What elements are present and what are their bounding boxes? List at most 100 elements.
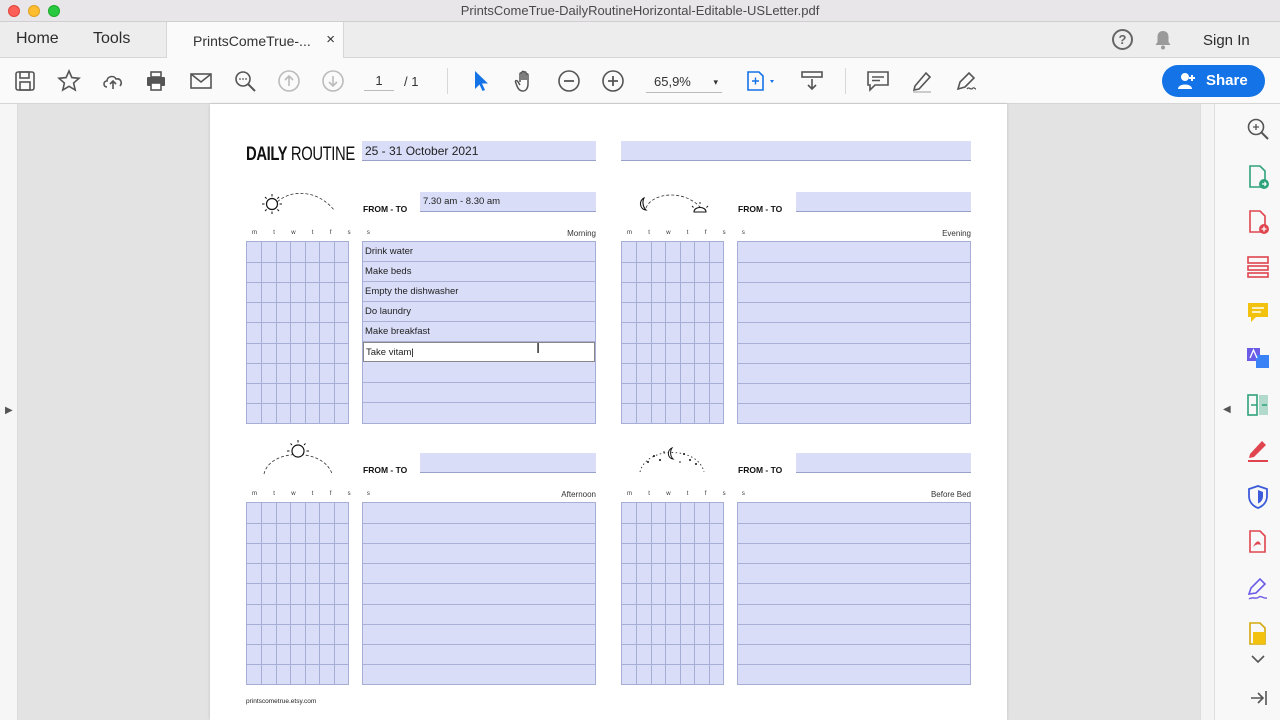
compare-files-icon[interactable] xyxy=(1245,392,1271,418)
select-cursor-icon[interactable] xyxy=(469,69,493,93)
protect-shield-icon[interactable] xyxy=(1245,484,1271,510)
collapse-right-panel-icon[interactable]: ◀ xyxy=(1223,404,1231,415)
fill-sign-icon[interactable] xyxy=(1245,437,1271,463)
tab-close-icon[interactable]: × xyxy=(326,31,335,48)
translate-convert-icon[interactable] xyxy=(1245,345,1271,371)
grid-row-line xyxy=(247,604,348,605)
zoom-search-icon[interactable] xyxy=(233,69,257,93)
sign-in-link[interactable]: Sign In xyxy=(1203,32,1250,49)
hand-pan-icon[interactable] xyxy=(513,69,537,93)
zoom-level-dropdown[interactable]: 65,9% ▾ xyxy=(646,71,722,93)
expand-left-panel-icon[interactable]: ▶ xyxy=(5,405,13,416)
grid-row-line xyxy=(247,343,348,344)
create-pdf-icon[interactable] xyxy=(1245,209,1271,235)
before-bed-task-list[interactable] xyxy=(737,502,971,685)
list-row-line xyxy=(363,523,595,524)
chevron-down-icon[interactable] xyxy=(1245,652,1271,668)
morning-task-row[interactable]: Do laundry xyxy=(363,302,595,322)
morning-task-list[interactable]: Drink water Make beds Empty the dishwash… xyxy=(362,241,596,424)
grid-row-line xyxy=(247,403,348,404)
morning-task-row-empty[interactable] xyxy=(363,363,595,383)
header-notes-field[interactable] xyxy=(621,141,971,161)
evening-task-list[interactable] xyxy=(737,241,971,424)
email-icon[interactable] xyxy=(189,69,213,93)
left-panel-toggle[interactable]: ▶ xyxy=(0,104,18,720)
next-page-icon[interactable] xyxy=(321,69,345,93)
morning-task-row-empty[interactable] xyxy=(363,383,595,403)
grid-column-line xyxy=(319,503,320,684)
tab-tools[interactable]: Tools xyxy=(93,30,130,48)
organize-pages-icon[interactable] xyxy=(1245,254,1271,280)
list-row-line xyxy=(738,302,970,303)
export-pdf-icon[interactable] xyxy=(1245,164,1271,190)
grid-column-line xyxy=(305,503,306,684)
comment-icon[interactable] xyxy=(866,69,890,93)
scroll-mode-icon[interactable] xyxy=(800,69,824,93)
afternoon-time-field[interactable] xyxy=(420,453,596,473)
acrobat-pdf-icon[interactable] xyxy=(1245,529,1271,555)
grid-row-line xyxy=(622,343,723,344)
notifications-bell-icon[interactable] xyxy=(1154,29,1172,51)
afternoon-task-list[interactable] xyxy=(362,502,596,685)
morning-habit-tracker[interactable] xyxy=(246,241,349,424)
morning-task-row[interactable]: Make beds xyxy=(363,262,595,282)
grid-row-line xyxy=(247,282,348,283)
list-row-line xyxy=(738,322,970,323)
title-light: ROUTINE xyxy=(290,144,355,165)
afternoon-habit-tracker[interactable] xyxy=(246,502,349,685)
more-tools-file-icon[interactable] xyxy=(1245,621,1271,647)
share-button[interactable]: Share xyxy=(1162,65,1265,97)
vertical-scrollbar[interactable] xyxy=(1200,104,1214,720)
chevron-down-icon: ▾ xyxy=(713,77,718,87)
previous-page-icon[interactable] xyxy=(277,69,301,93)
upload-cloud-icon[interactable] xyxy=(101,69,125,93)
highlight-pen-icon[interactable] xyxy=(910,69,934,93)
grid-column-line xyxy=(680,503,681,684)
bookmark-star-icon[interactable] xyxy=(57,69,81,93)
tab-bar: Home Tools PrintsComeTrue-... × ? Sign I… xyxy=(0,22,1280,58)
toolbar-divider xyxy=(845,68,846,94)
help-icon[interactable]: ? xyxy=(1112,29,1133,50)
morning-task-row[interactable]: Empty the dishwasher xyxy=(363,282,595,302)
zoom-out-icon[interactable] xyxy=(557,69,581,93)
before-bed-day-letters: m t w t f s s xyxy=(627,491,753,497)
signature-pen-icon[interactable] xyxy=(1245,576,1271,602)
evening-time-field[interactable] xyxy=(796,192,971,212)
page-number-input[interactable]: 1 xyxy=(364,71,394,91)
tab-home[interactable]: Home xyxy=(16,30,59,48)
collapse-tools-pane-icon[interactable] xyxy=(1245,688,1271,708)
list-row-line xyxy=(363,583,595,584)
save-icon[interactable] xyxy=(13,69,37,93)
grid-row-line xyxy=(622,563,723,564)
grid-column-line xyxy=(709,503,710,684)
search-zoom-icon[interactable] xyxy=(1245,116,1271,142)
morning-time-field[interactable]: 7.30 am - 8.30 am xyxy=(420,192,596,212)
list-row-line xyxy=(738,644,970,645)
morning-task-row-empty[interactable] xyxy=(363,403,595,423)
evening-habit-tracker[interactable] xyxy=(621,241,724,424)
comment-tool-icon[interactable] xyxy=(1245,300,1271,326)
sign-pen-icon[interactable] xyxy=(954,69,978,93)
fit-page-icon[interactable] xyxy=(745,69,779,93)
morning-task-row-active[interactable]: Take vitam xyxy=(363,342,595,362)
grid-row-line xyxy=(247,262,348,263)
text-cursor-ibeam-icon: I xyxy=(536,340,541,357)
active-task-text[interactable]: Take vitam xyxy=(366,347,414,358)
grid-row-line xyxy=(622,583,723,584)
tab-document[interactable]: PrintsComeTrue-... × xyxy=(166,22,344,58)
list-row-line xyxy=(738,604,970,605)
list-row-line xyxy=(738,343,970,344)
print-icon[interactable] xyxy=(144,69,168,93)
list-row-line xyxy=(363,563,595,564)
zoom-in-icon[interactable] xyxy=(601,69,625,93)
morning-task-row[interactable]: Make breakfast xyxy=(363,322,595,342)
grid-row-line xyxy=(247,563,348,564)
morning-task-row[interactable]: Drink water xyxy=(363,242,595,262)
grid-row-line xyxy=(247,543,348,544)
grid-column-line xyxy=(680,242,681,423)
zoom-level-value: 65,9% xyxy=(654,74,691,89)
before-bed-time-field[interactable] xyxy=(796,453,971,473)
grid-column-line xyxy=(636,242,637,423)
before-bed-habit-tracker[interactable] xyxy=(621,502,724,685)
date-range-field[interactable]: 25 - 31 October 2021 xyxy=(362,141,596,161)
